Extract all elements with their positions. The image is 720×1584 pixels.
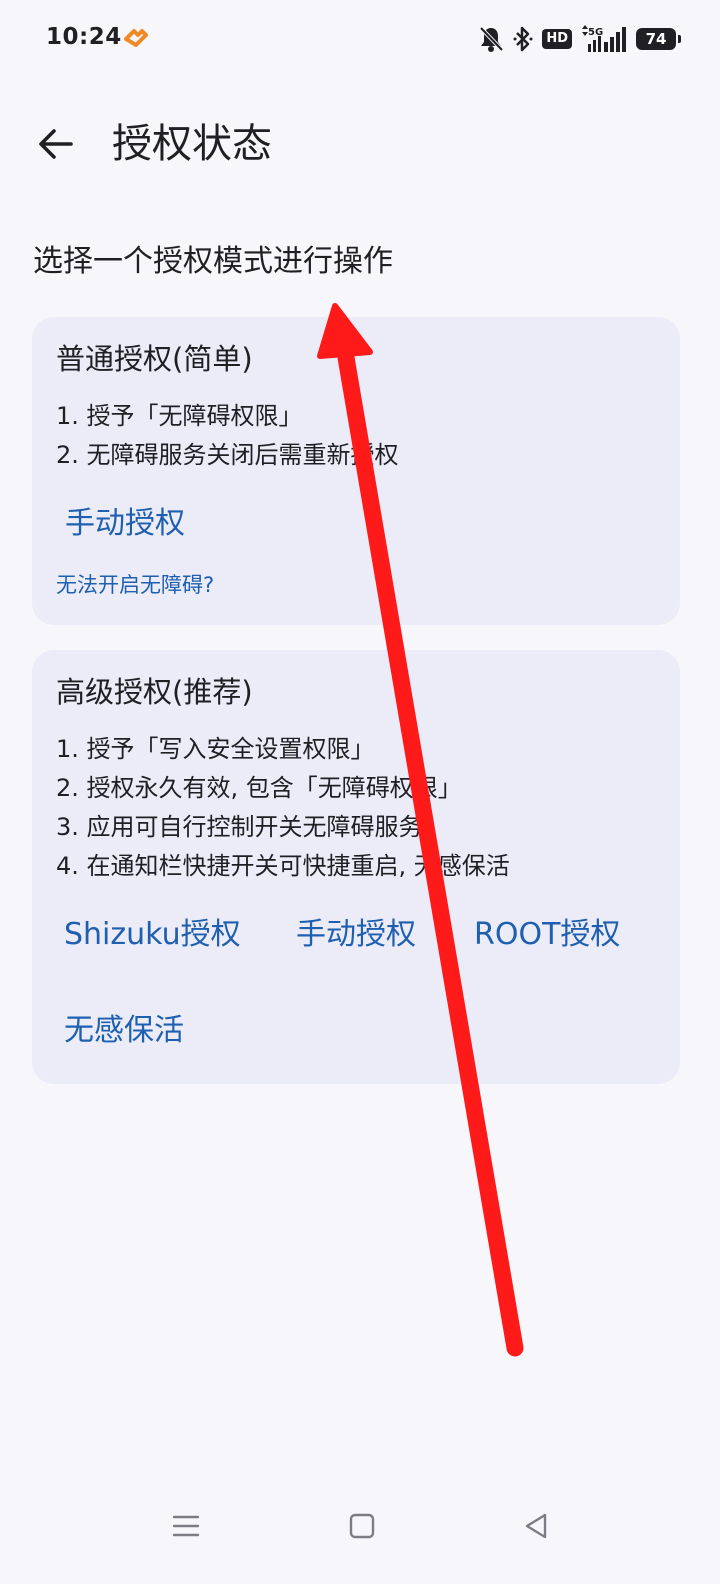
system-nav-bar bbox=[0, 1490, 720, 1560]
hd-badge: HD bbox=[542, 29, 572, 49]
page-title: 授权状态 bbox=[112, 121, 272, 167]
triangle-back-icon bbox=[525, 1513, 547, 1539]
advanced-auth-title: 高级授权(推荐) bbox=[56, 675, 253, 709]
accessibility-help-link[interactable]: 无法开启无障碍? bbox=[56, 569, 214, 601]
signal-5g-icon: 5G bbox=[582, 25, 626, 52]
list-item: 2. 无障碍服务关闭后需重新授权 bbox=[56, 441, 399, 469]
simple-manual-auth-button[interactable]: 手动授权 bbox=[65, 503, 185, 545]
list-item: 4. 在通知栏快捷开关可快捷重启, 无感保活 bbox=[56, 852, 510, 880]
menu-icon bbox=[172, 1515, 200, 1537]
app-bar: 授权状态 bbox=[0, 100, 720, 190]
bluetooth-icon bbox=[513, 26, 533, 52]
status-time: 10:24 bbox=[46, 24, 122, 50]
battery-indicator: 74 bbox=[636, 28, 681, 50]
list-item: 3. 应用可自行控制开关无障碍服务 bbox=[56, 813, 423, 841]
advanced-auth-card: 高级授权(推荐) 1. 授予「写入安全设置权限」 2. 授权永久有效, 包含「无… bbox=[32, 650, 680, 1084]
simple-auth-title: 普通授权(简单) bbox=[56, 342, 253, 376]
battery-level: 74 bbox=[645, 30, 667, 48]
nav-menu-button[interactable] bbox=[164, 1504, 208, 1548]
advanced-manual-auth-button[interactable]: 手动授权 bbox=[296, 914, 416, 956]
status-icons: HD 5G 74 bbox=[478, 22, 681, 56]
list-item: 1. 授予「无障碍权限」 bbox=[56, 402, 303, 430]
shizuku-auth-button[interactable]: Shizuku授权 bbox=[64, 914, 241, 956]
list-item: 2. 授权永久有效, 包含「无障碍权限」 bbox=[56, 774, 462, 802]
advanced-auth-list: 1. 授予「写入安全设置权限」 2. 授权永久有效, 包含「无障碍权限」 3. … bbox=[56, 730, 510, 886]
arrow-left-icon bbox=[39, 129, 73, 159]
nav-home-button[interactable] bbox=[340, 1504, 384, 1548]
app-notification-icon bbox=[124, 29, 148, 47]
list-item: 1. 授予「写入安全设置权限」 bbox=[56, 735, 375, 763]
bell-off-icon bbox=[479, 26, 504, 52]
keepalive-button[interactable]: 无感保活 bbox=[64, 1010, 184, 1052]
simple-auth-list: 1. 授予「无障碍权限」 2. 无障碍服务关闭后需重新授权 bbox=[56, 397, 399, 475]
nav-back-button[interactable] bbox=[514, 1504, 558, 1548]
simple-auth-card: 普通授权(简单) 1. 授予「无障碍权限」 2. 无障碍服务关闭后需重新授权 手… bbox=[32, 317, 680, 625]
page-subtitle: 选择一个授权模式进行操作 bbox=[33, 244, 393, 279]
root-auth-button[interactable]: ROOT授权 bbox=[474, 914, 620, 956]
square-icon bbox=[349, 1513, 375, 1539]
status-bar: 10:24 HD 5G 74 bbox=[0, 0, 720, 80]
back-button[interactable] bbox=[30, 118, 82, 170]
